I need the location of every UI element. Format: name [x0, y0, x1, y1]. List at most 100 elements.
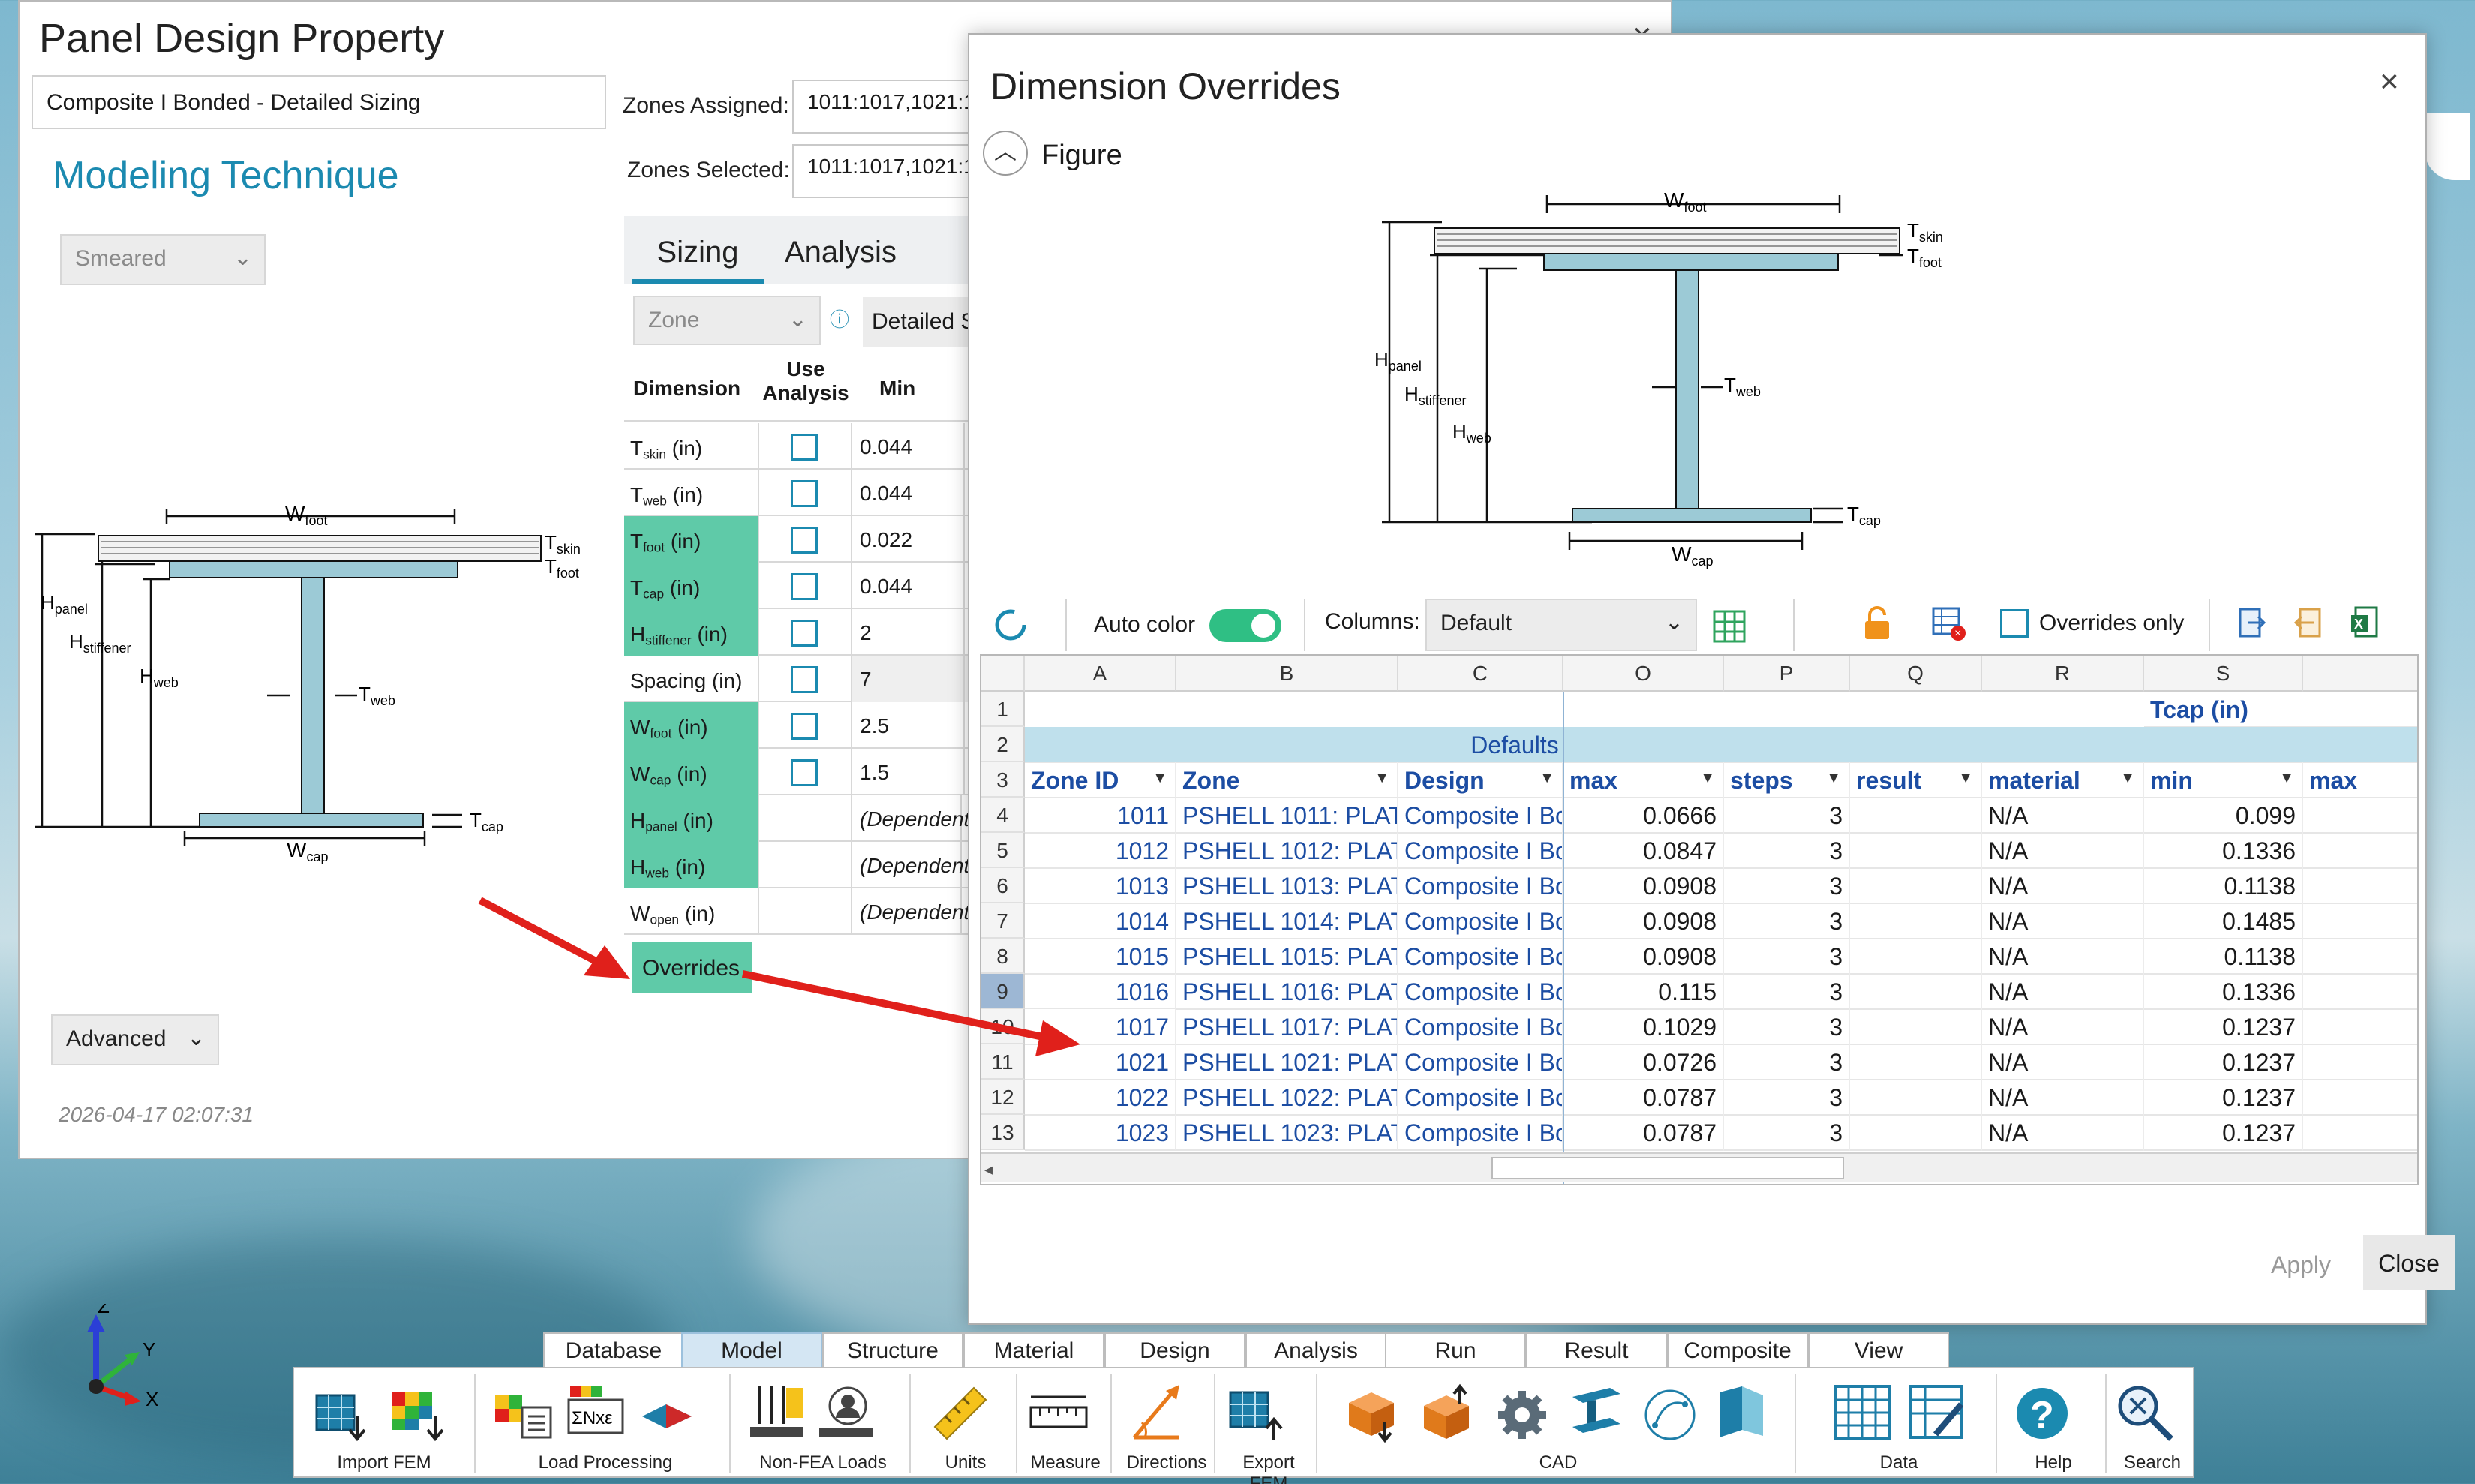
technique-dropdown[interactable]: Smeared ⌄ [60, 234, 266, 285]
column-header[interactable]: steps ▼ [1724, 762, 1850, 798]
grid-cell[interactable]: 1017 [1025, 1009, 1176, 1045]
column-letter[interactable]: R [1982, 656, 2144, 692]
grid-cell[interactable]: 3 [1724, 903, 1850, 939]
grid-cell[interactable]: Composite I Bo [1398, 939, 1563, 975]
grid-cell[interactable] [2303, 903, 2417, 939]
non-fea-person-icon[interactable] [816, 1382, 878, 1443]
grid-cell[interactable]: 0.1029 [1563, 1009, 1724, 1045]
ribbon-tab-structure[interactable]: Structure [822, 1332, 963, 1367]
column-header[interactable]: Zone ▼ [1176, 762, 1398, 798]
grid-cell[interactable]: 3 [1724, 974, 1850, 1010]
grid-cell[interactable]: 3 [1724, 1009, 1850, 1045]
grid-cell[interactable]: PSHELL 1011: PLATE [1176, 798, 1398, 834]
non-fea-loads-icon[interactable] [747, 1382, 809, 1443]
row-number[interactable]: 9 [981, 974, 1025, 1009]
grid-cell[interactable]: PSHELL 1023: PLATE [1176, 1115, 1398, 1151]
grid-cell[interactable]: PSHELL 1021: PLATE [1176, 1044, 1398, 1080]
grid-cell[interactable]: Composite I Bo [1398, 798, 1563, 834]
info-icon[interactable]: ⓘ [830, 305, 857, 331]
grid-cell[interactable]: N/A [1982, 833, 2144, 869]
advanced-dropdown[interactable]: Advanced ⌄ [51, 1014, 219, 1065]
grid-cell[interactable]: 0.1138 [2144, 939, 2303, 975]
grid-cell[interactable] [2303, 798, 2417, 834]
load-set-icon[interactable] [492, 1382, 554, 1443]
column-grid-icon[interactable] [1712, 609, 1747, 644]
tab-analysis[interactable]: Analysis [785, 216, 897, 284]
grid-cell[interactable]: 0.099 [2144, 798, 2303, 834]
grid-cell[interactable] [2303, 939, 2417, 975]
use-analysis-checkbox[interactable] [791, 527, 818, 554]
grid-cell[interactable]: 0.0666 [1563, 798, 1724, 834]
ribbon-tab-database[interactable]: Database [543, 1332, 684, 1367]
grid-cell[interactable]: 3 [1724, 939, 1850, 975]
grid-cell[interactable]: Composite I Bo [1398, 974, 1563, 1010]
horizontal-scrollbar[interactable]: ◂ [981, 1152, 2417, 1182]
import-icon[interactable] [2293, 606, 2323, 641]
column-letter[interactable] [2303, 656, 2417, 692]
column-header[interactable]: max [2303, 762, 2417, 798]
min-value[interactable]: 0.044 [852, 423, 965, 470]
cad-import-icon[interactable] [1341, 1382, 1403, 1443]
ribbon-tab-material[interactable]: Material [963, 1332, 1104, 1367]
grid-cell[interactable]: 0.1138 [2144, 868, 2303, 904]
grid-cell[interactable] [2303, 1009, 2417, 1045]
filter-icon[interactable]: ▼ [1826, 770, 1841, 787]
cad-curve-icon[interactable] [1638, 1382, 1700, 1443]
row-number[interactable]: 3 [981, 762, 1025, 798]
min-value[interactable]: 2 [852, 609, 965, 656]
refresh-icon[interactable] [990, 605, 1031, 645]
grid-cell[interactable]: 1022 [1025, 1080, 1176, 1116]
row-number[interactable]: 4 [981, 798, 1025, 833]
filter-icon[interactable]: ▼ [2120, 770, 2135, 787]
grid-cell[interactable] [1850, 868, 1982, 904]
grid-cell[interactable]: 0.0908 [1563, 939, 1724, 975]
grid-cell[interactable] [2303, 1044, 2417, 1080]
use-analysis-checkbox[interactable] [791, 759, 818, 786]
grid-cell[interactable]: 1015 [1025, 939, 1176, 975]
grid-cell[interactable]: N/A [1982, 798, 2144, 834]
grid-cell[interactable]: 0.1336 [2144, 974, 2303, 1010]
column-header[interactable]: max ▼ [1563, 762, 1724, 798]
grid-cell[interactable]: Composite I Bo [1398, 1009, 1563, 1045]
ribbon-tab-composite[interactable]: Composite [1667, 1332, 1808, 1367]
figure-toggle-label[interactable]: Figure [1041, 140, 1122, 172]
min-value[interactable]: 0.044 [852, 563, 965, 609]
grid-cell[interactable] [1850, 1080, 1982, 1116]
grid-cell[interactable]: 1013 [1025, 868, 1176, 904]
gear-icon[interactable] [1491, 1382, 1553, 1443]
scroll-left-icon[interactable]: ◂ [984, 1160, 993, 1179]
grid-cell[interactable]: 3 [1724, 1080, 1850, 1116]
filter-icon[interactable]: ▼ [1374, 770, 1389, 787]
row-number[interactable]: 5 [981, 833, 1025, 868]
load-processing-icon[interactable]: ΣNxε [564, 1382, 626, 1443]
grid-cell[interactable]: 0.1237 [2144, 1115, 2303, 1151]
grid-cell[interactable]: 1014 [1025, 903, 1176, 939]
cad-beam-icon[interactable] [1565, 1382, 1626, 1443]
apply-button[interactable]: Apply [2257, 1238, 2345, 1290]
grid-cell[interactable]: N/A [1982, 903, 2144, 939]
column-header[interactable]: Zone ID ▼ [1025, 762, 1176, 798]
column-header[interactable]: min ▼ [2144, 762, 2303, 798]
grid-cell[interactable] [1850, 1009, 1982, 1045]
ribbon-tab-analysis[interactable]: Analysis [1245, 1332, 1386, 1367]
grid-cell[interactable]: N/A [1982, 1080, 2144, 1116]
cad-export-icon[interactable] [1416, 1382, 1478, 1443]
ribbon-tab-view[interactable]: View [1808, 1332, 1949, 1367]
ribbon-tab-design[interactable]: Design [1104, 1332, 1245, 1367]
grid-cell[interactable]: 1016 [1025, 974, 1176, 1010]
grid-cell[interactable]: 0.115 [1563, 974, 1724, 1010]
grid-cell[interactable]: 1023 [1025, 1115, 1176, 1151]
column-header[interactable]: result ▼ [1850, 762, 1982, 798]
export-fem-icon[interactable] [1227, 1382, 1289, 1443]
grid-cell[interactable] [2303, 974, 2417, 1010]
auto-color-toggle[interactable] [1209, 609, 1281, 642]
unlock-icon[interactable] [1862, 606, 1892, 641]
grid-cell[interactable]: PSHELL 1015: PLATE [1176, 939, 1398, 975]
min-value[interactable]: (Dependent [852, 888, 969, 935]
row-number[interactable]: 10 [981, 1009, 1025, 1044]
scrollbar-thumb[interactable] [1491, 1157, 1844, 1179]
grid-cell[interactable]: PSHELL 1017: PLATE [1176, 1009, 1398, 1045]
export-icon[interactable] [2237, 606, 2267, 641]
grid-cell[interactable]: 0.0787 [1563, 1115, 1724, 1151]
import-fem-icon[interactable] [314, 1382, 375, 1443]
